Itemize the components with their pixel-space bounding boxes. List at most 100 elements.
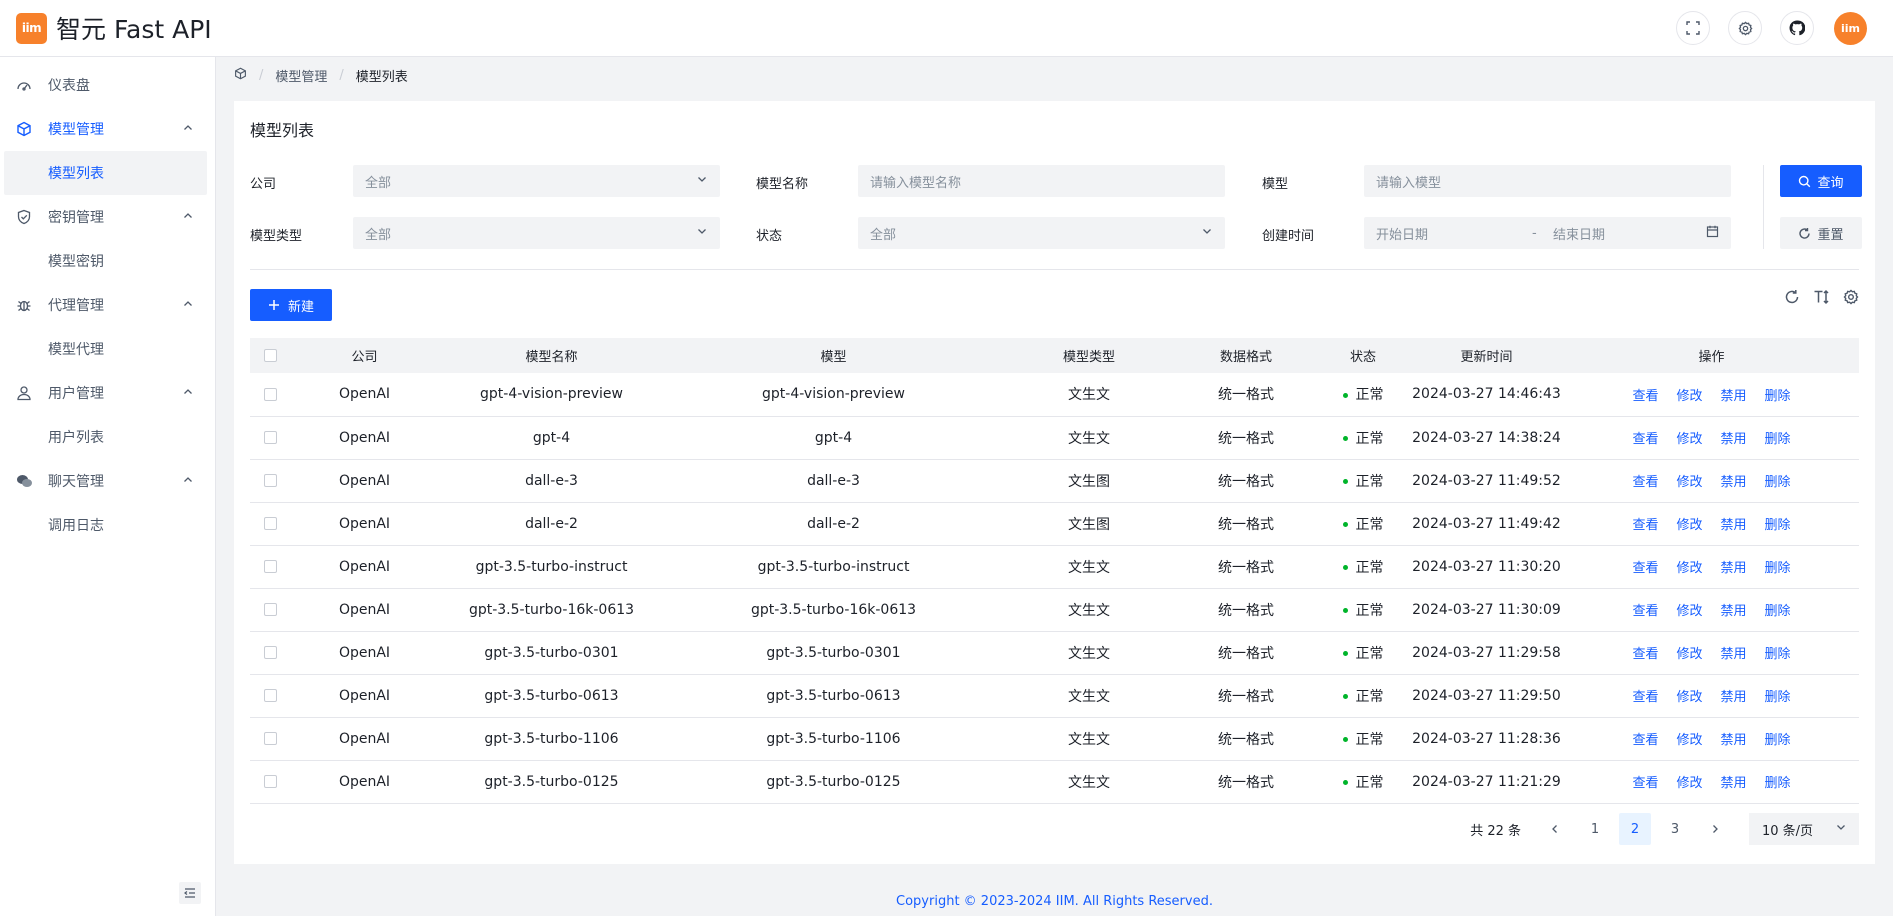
view-button[interactable]: 查看	[1632, 647, 1658, 662]
view-button[interactable]: 查看	[1632, 518, 1658, 533]
sidebar-subitem-user-list[interactable]: 用户列表	[4, 415, 207, 459]
sidebar-subitem-model-list[interactable]: 模型列表	[4, 151, 207, 195]
sidebar-item-user-management[interactable]: 用户管理	[0, 371, 215, 415]
row-checkbox-cell[interactable]	[250, 373, 290, 417]
fullscreen-icon[interactable]	[1676, 11, 1710, 45]
company-select[interactable]: 全部	[353, 165, 720, 197]
delete-button[interactable]: 删除	[1765, 561, 1791, 576]
sidebar-item-dashboard[interactable]: 仪表盘	[0, 63, 215, 107]
row-checkbox[interactable]	[263, 775, 277, 788]
edit-button[interactable]: 修改	[1676, 561, 1702, 576]
column-settings-icon[interactable]	[1843, 289, 1859, 305]
sidebar-item-proxy-management[interactable]: 代理管理	[0, 283, 215, 327]
row-checkbox[interactable]	[263, 431, 277, 444]
disable-button[interactable]: 禁用	[1721, 776, 1747, 791]
sidebar-subitem-call-log[interactable]: 调用日志	[4, 503, 207, 547]
reset-button[interactable]: 重置	[1780, 217, 1862, 249]
sidebar-subitem-model-keys[interactable]: 模型密钥	[4, 239, 207, 283]
breadcrumb-item[interactable]: 模型管理	[275, 66, 327, 85]
delete-button[interactable]: 删除	[1765, 518, 1791, 533]
text-size-icon[interactable]	[1813, 289, 1830, 305]
settings-icon[interactable]	[1728, 11, 1762, 45]
disable-button[interactable]: 禁用	[1721, 389, 1747, 404]
view-button[interactable]: 查看	[1632, 733, 1658, 748]
page-size-select[interactable]: 10 条/页	[1749, 813, 1859, 845]
select-all-checkbox[interactable]	[263, 349, 277, 362]
disable-button[interactable]: 禁用	[1721, 561, 1747, 576]
date-start-placeholder[interactable]: 开始日期	[1376, 224, 1428, 243]
select-all-checkbox-cell[interactable]	[250, 338, 290, 373]
delete-button[interactable]: 删除	[1765, 647, 1791, 662]
row-checkbox-cell[interactable]	[250, 760, 290, 804]
disable-button[interactable]: 禁用	[1721, 432, 1747, 447]
view-button[interactable]: 查看	[1632, 690, 1658, 705]
row-checkbox[interactable]	[263, 387, 277, 401]
model-input[interactable]: 请输入模型	[1364, 165, 1731, 197]
next-page-icon[interactable]	[1699, 813, 1731, 845]
row-checkbox[interactable]	[263, 646, 277, 659]
edit-button[interactable]: 修改	[1676, 776, 1702, 791]
new-button[interactable]: 新建	[250, 289, 332, 321]
refresh-icon[interactable]	[1784, 289, 1800, 305]
model-type-select[interactable]: 全部	[353, 217, 720, 249]
edit-button[interactable]: 修改	[1676, 690, 1702, 705]
row-checkbox-cell[interactable]	[250, 674, 290, 718]
delete-button[interactable]: 删除	[1765, 690, 1791, 705]
date-range-picker[interactable]: 开始日期 - 结束日期	[1364, 217, 1731, 249]
home-cube-icon[interactable]	[234, 67, 247, 84]
edit-button[interactable]: 修改	[1676, 518, 1702, 533]
row-checkbox-cell[interactable]	[250, 588, 290, 632]
row-checkbox[interactable]	[263, 732, 277, 745]
view-button[interactable]: 查看	[1632, 432, 1658, 447]
view-button[interactable]: 查看	[1632, 604, 1658, 619]
prev-page-icon[interactable]	[1539, 813, 1571, 845]
edit-button[interactable]: 修改	[1676, 432, 1702, 447]
delete-button[interactable]: 删除	[1765, 475, 1791, 490]
delete-button[interactable]: 删除	[1765, 604, 1791, 619]
query-button[interactable]: 查询	[1780, 165, 1862, 197]
row-checkbox-cell[interactable]	[250, 416, 290, 460]
view-button[interactable]: 查看	[1632, 776, 1658, 791]
disable-button[interactable]: 禁用	[1721, 518, 1747, 533]
row-checkbox-cell[interactable]	[250, 717, 290, 761]
edit-button[interactable]: 修改	[1676, 389, 1702, 404]
disable-button[interactable]: 禁用	[1721, 604, 1747, 619]
view-button[interactable]: 查看	[1632, 561, 1658, 576]
date-end-placeholder[interactable]: 结束日期	[1553, 224, 1605, 243]
row-checkbox[interactable]	[263, 603, 277, 616]
row-checkbox-cell[interactable]	[250, 502, 290, 546]
row-checkbox[interactable]	[263, 517, 277, 530]
delete-button[interactable]: 删除	[1765, 733, 1791, 748]
delete-button[interactable]: 删除	[1765, 776, 1791, 791]
page-button[interactable]: 3	[1659, 813, 1691, 845]
page-button-current[interactable]: 2	[1619, 813, 1651, 845]
github-icon[interactable]	[1780, 11, 1814, 45]
row-checkbox[interactable]	[263, 474, 277, 487]
disable-button[interactable]: 禁用	[1721, 475, 1747, 490]
row-checkbox-cell[interactable]	[250, 631, 290, 675]
sidebar-item-model-management[interactable]: 模型管理	[0, 107, 215, 151]
avatar[interactable]: iim	[1834, 11, 1867, 45]
row-checkbox-cell[interactable]	[250, 459, 290, 503]
disable-button[interactable]: 禁用	[1721, 647, 1747, 662]
edit-button[interactable]: 修改	[1676, 647, 1702, 662]
disable-button[interactable]: 禁用	[1721, 690, 1747, 705]
sidebar-item-key-management[interactable]: 密钥管理	[0, 195, 215, 239]
delete-button[interactable]: 删除	[1765, 389, 1791, 404]
row-checkbox-cell[interactable]	[250, 545, 290, 589]
sidebar-subitem-model-proxy[interactable]: 模型代理	[4, 327, 207, 371]
row-checkbox[interactable]	[263, 560, 277, 573]
edit-button[interactable]: 修改	[1676, 475, 1702, 490]
app-logo[interactable]: iim	[16, 12, 47, 44]
model-name-input[interactable]: 请输入模型名称	[858, 165, 1225, 197]
page-button[interactable]: 1	[1579, 813, 1611, 845]
view-button[interactable]: 查看	[1632, 389, 1658, 404]
edit-button[interactable]: 修改	[1676, 604, 1702, 619]
delete-button[interactable]: 删除	[1765, 432, 1791, 447]
sidebar-item-chat-management[interactable]: 聊天管理	[0, 459, 215, 503]
disable-button[interactable]: 禁用	[1721, 733, 1747, 748]
sidebar-collapse-icon[interactable]	[179, 882, 201, 904]
row-checkbox[interactable]	[263, 689, 277, 702]
view-button[interactable]: 查看	[1632, 475, 1658, 490]
status-select[interactable]: 全部	[858, 217, 1225, 249]
